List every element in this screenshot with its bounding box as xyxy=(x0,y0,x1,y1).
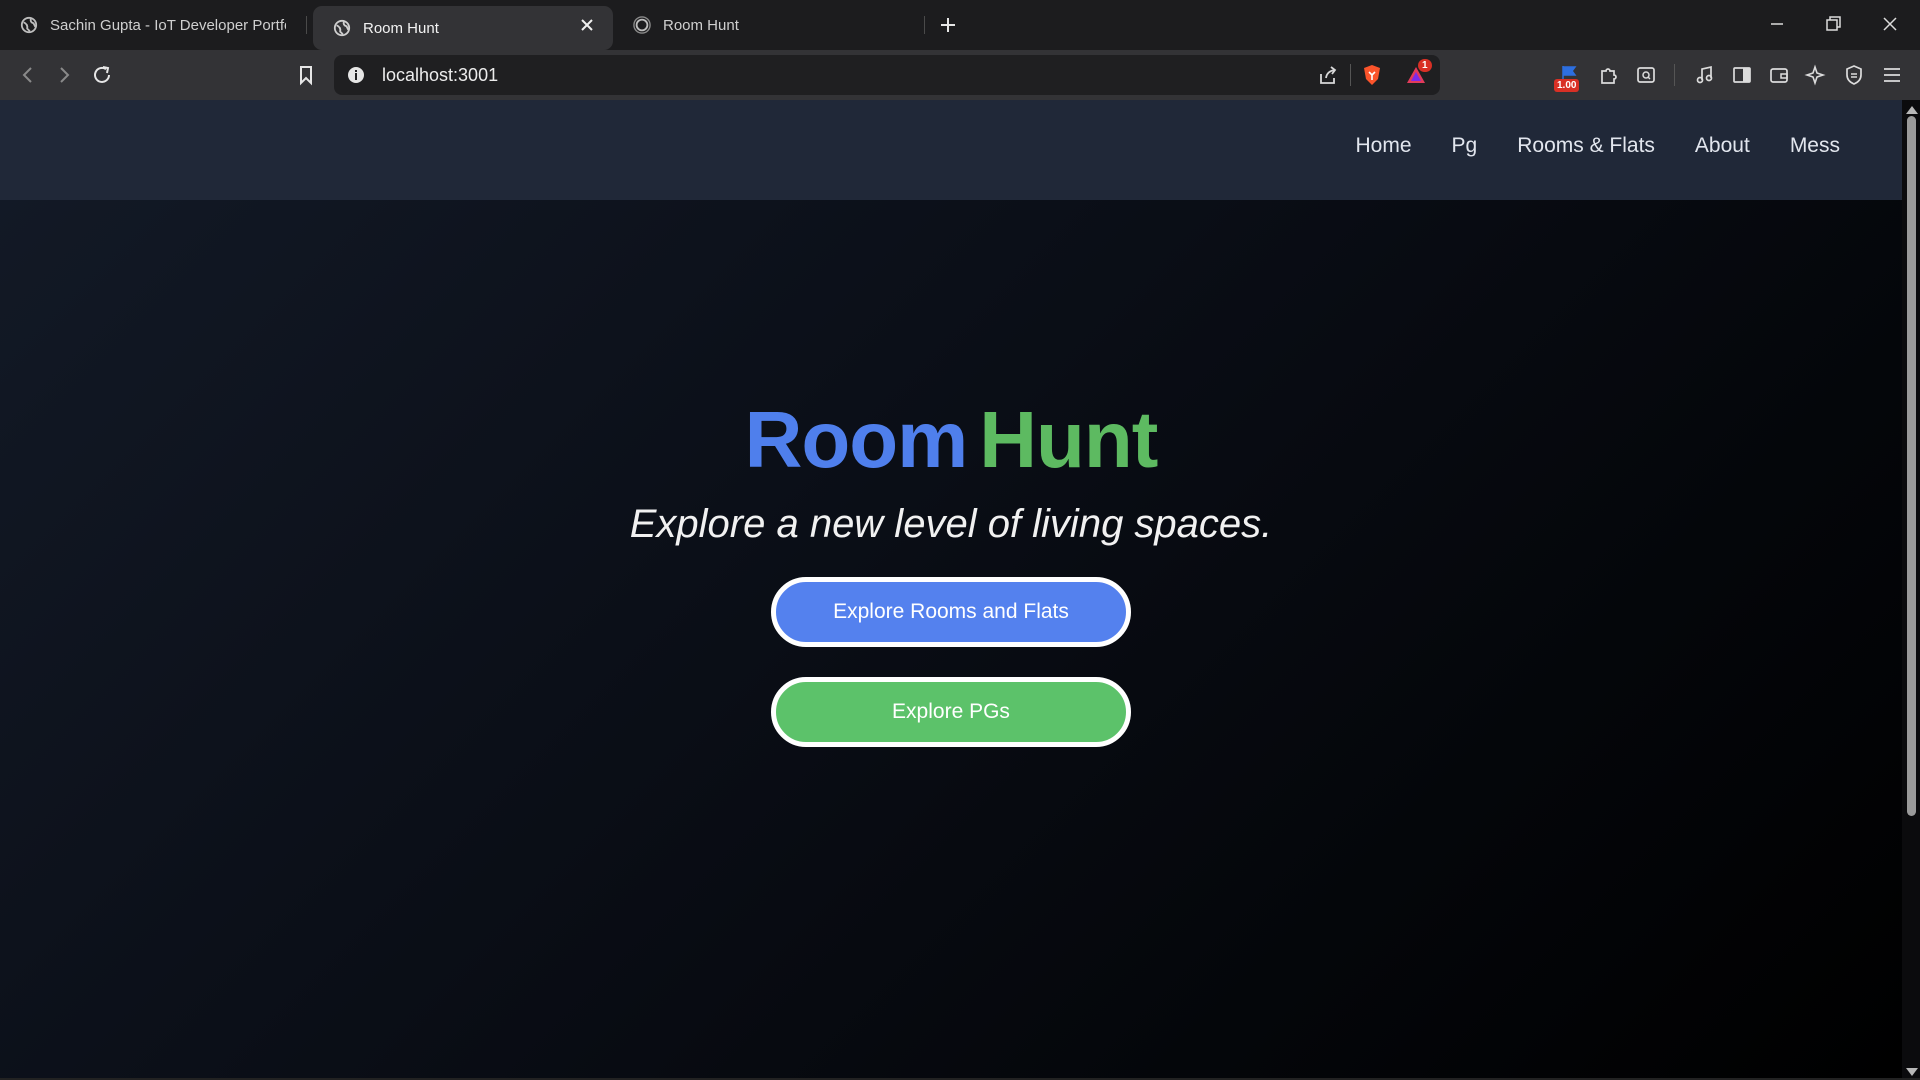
site-navbar: Home Pg Rooms & Flats About Mess xyxy=(0,100,1902,200)
back-icon[interactable] xyxy=(16,63,40,87)
new-tab-plus-icon[interactable] xyxy=(935,12,961,38)
menu-hamburger-icon[interactable] xyxy=(1880,63,1904,87)
vpn-shield-icon[interactable] xyxy=(1842,63,1866,87)
tab-room-hunt-active[interactable]: Room Hunt xyxy=(313,6,613,50)
hero-section: Room Hunt Explore a new level of living s… xyxy=(0,400,1902,747)
site-info-icon[interactable] xyxy=(346,65,366,85)
nav-links: Home Pg Rooms & Flats About Mess xyxy=(1356,134,1841,158)
close-tab-icon[interactable] xyxy=(577,15,597,35)
brand-title: Room Hunt xyxy=(0,400,1902,480)
tab-portfolio[interactable]: Sachin Gupta - IoT Developer Portfoli xyxy=(0,6,300,44)
scrollbar-thumb[interactable] xyxy=(1907,116,1916,816)
nav-link-about[interactable]: About xyxy=(1695,134,1750,158)
brave-shields-icon[interactable] xyxy=(1360,63,1384,87)
omnibox-separator xyxy=(1350,64,1351,86)
url-text[interactable]: localhost:3001 xyxy=(382,65,498,86)
loading-globe-icon xyxy=(633,16,651,34)
address-bar[interactable]: localhost:3001 1 xyxy=(334,55,1440,95)
browser-toolbar: localhost:3001 1 1.00 xyxy=(0,50,1920,100)
media-music-icon[interactable] xyxy=(1693,63,1717,87)
nav-link-mess[interactable]: Mess xyxy=(1790,134,1840,158)
tab-separator xyxy=(306,16,307,34)
reload-icon[interactable] xyxy=(90,63,114,87)
explore-pgs-button[interactable]: Explore PGs xyxy=(771,677,1131,747)
close-window-icon[interactable] xyxy=(1878,12,1902,36)
reader-mode-icon[interactable] xyxy=(1634,63,1658,87)
share-icon[interactable] xyxy=(1316,64,1340,88)
minimize-icon[interactable] xyxy=(1765,12,1789,36)
sidebar-toggle-icon[interactable] xyxy=(1730,63,1754,87)
globe-icon xyxy=(20,16,38,34)
explore-rooms-flats-button[interactable]: Explore Rooms and Flats xyxy=(771,577,1131,647)
rewards-badge: 1 xyxy=(1418,59,1432,72)
toolbar-separator xyxy=(1674,64,1675,86)
extension-counter-badge: 1.00 xyxy=(1554,79,1580,92)
tab-room-hunt[interactable]: Room Hunt xyxy=(613,6,923,44)
extensions-puzzle-icon[interactable] xyxy=(1597,63,1621,87)
hero-tagline: Explore a new level of living spaces. xyxy=(629,502,1273,546)
brand-word-room: Room xyxy=(744,395,969,484)
wallet-icon[interactable] xyxy=(1767,63,1791,87)
tab-title: Room Hunt xyxy=(663,16,739,34)
nav-link-rooms-flats[interactable]: Rooms & Flats xyxy=(1517,134,1655,158)
restore-icon[interactable] xyxy=(1821,12,1845,36)
page-viewport: Home Pg Rooms & Flats About Mess Room Hun… xyxy=(0,100,1902,1078)
forward-icon[interactable] xyxy=(52,63,76,87)
tab-separator xyxy=(924,16,925,34)
bookmark-icon[interactable] xyxy=(294,63,318,87)
globe-icon xyxy=(333,19,351,37)
nav-link-home[interactable]: Home xyxy=(1356,134,1412,158)
scroll-down-arrow-icon[interactable] xyxy=(1906,1068,1918,1076)
browser-tab-bar: Sachin Gupta - IoT Developer Portfoli Ro… xyxy=(0,0,1920,50)
tab-title: Sachin Gupta - IoT Developer Portfoli xyxy=(50,16,286,34)
nav-link-pg[interactable]: Pg xyxy=(1452,134,1478,158)
leo-ai-icon[interactable] xyxy=(1804,63,1828,87)
scroll-up-arrow-icon[interactable] xyxy=(1906,106,1918,114)
page-scrollbar[interactable] xyxy=(1902,100,1920,1080)
tab-title: Room Hunt xyxy=(363,19,439,37)
brand-word-hunt: Hunt xyxy=(979,395,1158,484)
